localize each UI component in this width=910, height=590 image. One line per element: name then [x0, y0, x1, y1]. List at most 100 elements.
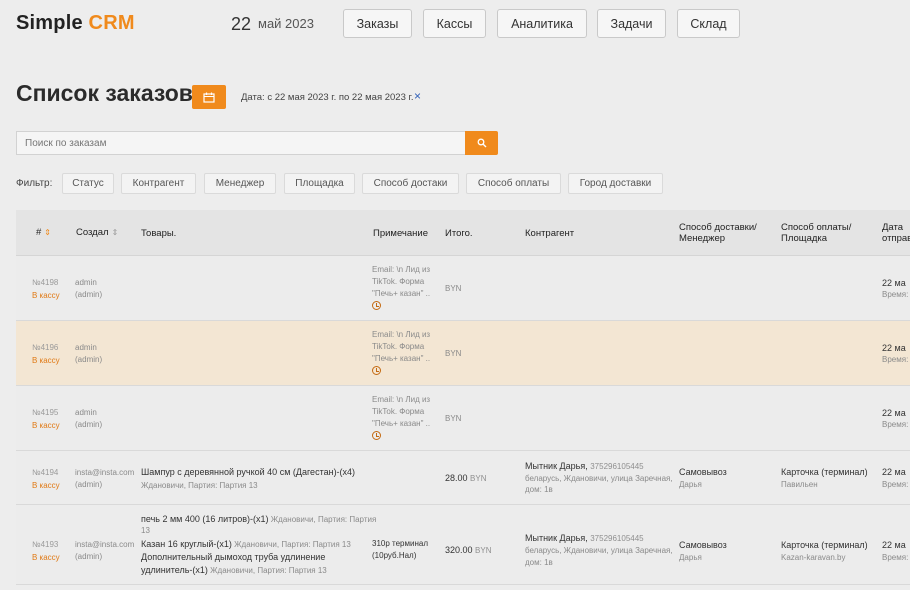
note-line: TikTok. Форма: [372, 277, 425, 286]
currency: BYN: [445, 414, 462, 423]
status-link[interactable]: В кассу: [32, 480, 60, 492]
table-row[interactable]: №4194 В кассу insta@insta.com (admin) Ша…: [16, 451, 910, 505]
creator: insta@insta.com: [75, 540, 135, 549]
nav-button-analytics[interactable]: Аналитика: [497, 9, 587, 38]
status-link[interactable]: В кассу: [32, 552, 60, 564]
status-link[interactable]: В кассу: [32, 290, 60, 302]
note-clock-icon[interactable]: [372, 431, 381, 444]
filter-city[interactable]: Город доставки: [568, 173, 663, 194]
filter-manager[interactable]: Менеджер: [204, 173, 276, 194]
product-name: удлинитель-(x1): [141, 565, 208, 575]
calendar-icon: [203, 92, 215, 103]
filter-delivery[interactable]: Способ достаки: [362, 173, 459, 194]
order-total: 28.00 BYN: [445, 472, 487, 485]
creator-role: (admin): [75, 552, 103, 561]
current-date-day: 22: [231, 14, 252, 34]
note-line: (10руб.Нал): [372, 551, 417, 560]
contractor-name: Мытник Дарья,: [525, 461, 588, 471]
platform: Павильен: [781, 480, 818, 489]
nav-button-orders[interactable]: Заказы: [343, 9, 412, 38]
order-number[interactable]: №4193: [32, 539, 58, 551]
status-link[interactable]: В кассу: [32, 420, 60, 432]
nav-button-cash[interactable]: Кассы: [423, 9, 486, 38]
note-line: Email: \n Лид из: [372, 395, 431, 404]
header-goods: Товары.: [141, 228, 177, 239]
logo-accent: CRM: [88, 12, 135, 34]
order-number[interactable]: №4195: [32, 407, 58, 419]
header-created[interactable]: Создал ⇕: [76, 227, 118, 238]
logo-main: Simple: [16, 12, 83, 34]
product-meta: 13: [141, 526, 150, 535]
product-name: Шампур с деревянной ручкой 40 см (Дагест…: [141, 467, 356, 477]
product-meta: Ждановичи, Партия: Партия 13: [141, 481, 258, 490]
creator-role: (admin): [75, 355, 103, 364]
page-title: Список заказов: [16, 80, 193, 106]
header-num[interactable]: # ⇕: [36, 227, 51, 238]
order-number[interactable]: №4194: [32, 467, 58, 479]
header-delivery: Способ доставки/ Менеджер: [679, 222, 757, 244]
ship-date: 22 ма: [882, 467, 906, 477]
ship-date: 22 ма: [882, 540, 906, 550]
status-link[interactable]: В кассу: [32, 355, 60, 367]
clear-date-icon[interactable]: ×: [414, 89, 421, 103]
order-number[interactable]: №4196: [32, 342, 58, 354]
table-row[interactable]: №4196 В кассу admin (admin) Email: \n Ли…: [16, 321, 910, 386]
delivery-method: Самовывоз: [679, 540, 727, 550]
contractor[interactable]: Мытник Дарья, 375296105445: [525, 460, 644, 473]
table-row[interactable]: №4198 В кассу admin (admin) Email: \n Ли…: [16, 256, 910, 321]
platform: Kazan-karavan.by: [781, 553, 846, 562]
product-line: удлинитель-(x1) Ждановичи, Партия: Парти…: [141, 564, 327, 577]
product-line: печь 2 мм 400 (16 литров)-(x1) Ждановичи…: [141, 513, 376, 526]
contractor[interactable]: Мытник Дарья, 375296105445: [525, 532, 644, 545]
note-line: Email: \n Лид из: [372, 330, 431, 339]
product-name: Дополнительный дымоход труба удлинение: [141, 552, 326, 562]
orders-table: # ⇕ Создал ⇕ Товары. Примечание Итого. Кон…: [16, 210, 910, 585]
header-total: Итого.: [445, 228, 473, 239]
currency: BYN: [445, 284, 462, 293]
table-row[interactable]: №4193 В кассу insta@insta.com (admin) пе…: [16, 505, 910, 585]
filter-status[interactable]: Статус: [62, 173, 114, 194]
note-line: TikTok. Форма: [372, 342, 425, 351]
app-logo[interactable]: Simple CRM: [16, 12, 135, 35]
ship-time-label: Время:: [882, 290, 909, 299]
total-amount: 320.00: [445, 545, 473, 555]
table-header: # ⇕ Создал ⇕ Товары. Примечание Итого. Кон…: [16, 210, 910, 256]
ship-time-label: Время:: [882, 480, 909, 489]
filter-payment[interactable]: Способ оплаты: [466, 173, 561, 194]
note-line: "Печь+ казан" ..: [372, 289, 431, 298]
currency: BYN: [470, 474, 487, 483]
top-bar: Simple CRM 22 май 2023 Заказы Кассы Анал…: [0, 0, 910, 50]
contractor-address: дом: 1в: [525, 485, 553, 494]
nav-button-tasks[interactable]: Задачи: [597, 9, 666, 38]
product-meta: Ждановичи, Партия: Партия 13: [210, 566, 327, 575]
creator: admin: [75, 343, 97, 352]
filter-label: Фильтр:: [16, 178, 53, 189]
sort-icon: ⇕: [111, 228, 119, 237]
calendar-button[interactable]: [192, 85, 226, 109]
search-button[interactable]: [465, 131, 498, 155]
header-num-label: #: [36, 227, 42, 238]
ship-date: 22 ма: [882, 408, 906, 418]
filter-contractor[interactable]: Контрагент: [121, 173, 196, 194]
creator-role: (admin): [75, 480, 103, 489]
order-total: 320.00 BYN: [445, 544, 492, 557]
contractor-name: Мытник Дарья,: [525, 533, 588, 543]
contractor-address: беларусь, Ждановичи, улица Заречная,: [525, 546, 673, 555]
note-line: Email: \n Лид из: [372, 265, 431, 274]
search-icon: [477, 138, 486, 148]
product-name: печь 2 мм 400 (16 литров)-(x1): [141, 514, 269, 524]
creator: admin: [75, 278, 97, 287]
ship-time-label: Время:: [882, 553, 909, 562]
nav-button-warehouse[interactable]: Склад: [677, 9, 740, 38]
order-number[interactable]: №4198: [32, 277, 58, 289]
creator-role: (admin): [75, 290, 103, 299]
note-line: "Печь+ казан" ..: [372, 419, 431, 428]
note-clock-icon[interactable]: [372, 366, 381, 379]
manager: Дарья: [679, 480, 702, 489]
product-line: Казан 16 круглый-(x1) Ждановичи, Партия:…: [141, 538, 351, 551]
table-row[interactable]: №4195 В кассу admin (admin) Email: \n Ли…: [16, 386, 910, 451]
note-clock-icon[interactable]: [372, 301, 381, 314]
filter-platform[interactable]: Площадка: [284, 173, 355, 194]
search-input[interactable]: [16, 131, 466, 155]
creator: admin: [75, 408, 97, 417]
